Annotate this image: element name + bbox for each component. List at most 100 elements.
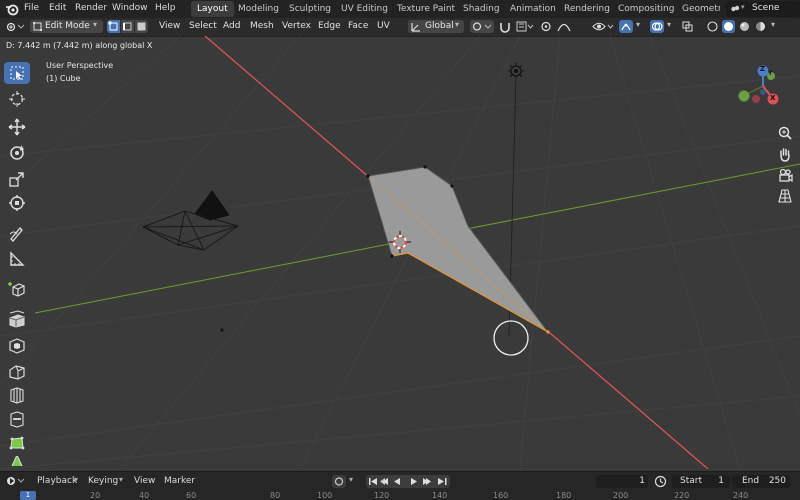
auto-keying-button[interactable] xyxy=(332,475,346,488)
timeline-editor: Playback ▾ Keying ▾ View Marker ▾ 1 Star… xyxy=(0,471,800,500)
menu-help[interactable]: Help xyxy=(155,3,176,13)
tab-layout[interactable]: Layout xyxy=(191,1,234,17)
menu-uv[interactable]: UV xyxy=(377,21,390,31)
move-tool[interactable] xyxy=(4,116,30,138)
chevron-down-icon[interactable]: ▾ xyxy=(771,20,775,29)
mode-selector[interactable]: Edit Mode ▾ xyxy=(30,20,103,33)
vertex-select-button[interactable] xyxy=(107,20,120,33)
spin-tool[interactable] xyxy=(4,456,30,466)
menu-edge[interactable]: Edge xyxy=(318,21,341,31)
chevron-down-icon: ▾ xyxy=(741,3,745,11)
menu-edit[interactable]: Edit xyxy=(49,3,66,13)
pan-button[interactable] xyxy=(775,144,795,164)
snap-settings-icon[interactable] xyxy=(515,20,535,33)
menu-window[interactable]: Window xyxy=(112,3,148,13)
tab-compositing[interactable]: Compositing xyxy=(612,1,680,17)
top-menu-bar: File Edit Render Window Help Layout Mode… xyxy=(0,0,800,18)
menu-view[interactable]: View xyxy=(159,21,180,31)
knife-icon xyxy=(10,411,24,428)
shading-rendered-icon[interactable] xyxy=(754,20,767,33)
tab-animation[interactable]: Animation xyxy=(504,1,562,17)
scene-selector[interactable]: ▾ Scene xyxy=(726,1,800,17)
menu-vertex[interactable]: Vertex xyxy=(282,21,311,31)
clock-icon[interactable] xyxy=(654,475,667,488)
menu-render[interactable]: Render xyxy=(75,3,107,13)
chevron-down-icon: ▾ xyxy=(349,475,354,484)
shading-wireframe-icon[interactable] xyxy=(706,20,719,33)
extrude-tool[interactable] xyxy=(4,308,30,330)
knife-tool[interactable] xyxy=(4,408,30,430)
blender-logo-icon[interactable] xyxy=(5,2,19,16)
transform-icon xyxy=(9,195,25,211)
zoom-icon xyxy=(778,126,792,140)
bevel-tool[interactable] xyxy=(4,360,30,382)
tab-uv-editing[interactable]: UV Editing xyxy=(335,1,394,17)
rotate-tool[interactable] xyxy=(4,142,30,164)
loop-cut-icon xyxy=(10,387,24,404)
timeline-playback-menu[interactable]: Playback xyxy=(37,476,77,486)
shading-material-icon[interactable] xyxy=(738,20,751,33)
tab-sculpting[interactable]: Sculpting xyxy=(283,1,337,17)
cursor-icon xyxy=(9,91,25,107)
pivot-point-button[interactable] xyxy=(470,20,494,33)
gizmo-toggle-button[interactable] xyxy=(619,20,633,33)
add-cube-tool[interactable] xyxy=(4,278,30,300)
timeline-keying-menu[interactable]: Keying xyxy=(88,476,118,486)
menu-add[interactable]: Add xyxy=(223,21,240,31)
move-icon xyxy=(8,118,26,136)
cursor-tool[interactable] xyxy=(4,88,30,110)
timeline-view-menu[interactable]: View xyxy=(134,476,155,486)
poly-build-tool[interactable] xyxy=(4,432,30,454)
falloff-icon[interactable] xyxy=(556,20,572,33)
tab-shading[interactable]: Shading xyxy=(457,1,506,17)
current-frame-field[interactable]: 1 xyxy=(596,475,648,488)
loop-cut-tool[interactable] xyxy=(4,384,30,406)
shading-solid-icon[interactable] xyxy=(722,20,735,33)
end-frame-field[interactable]: End 250 xyxy=(732,475,790,488)
proportional-editing-icon[interactable] xyxy=(540,20,552,33)
visibility-icon[interactable] xyxy=(592,20,616,33)
editor-type-icon[interactable] xyxy=(6,21,26,33)
tab-modeling[interactable]: Modeling xyxy=(232,1,285,17)
start-frame-field[interactable]: Start 1 xyxy=(672,475,730,488)
transform-tool[interactable] xyxy=(4,192,30,214)
menu-mesh[interactable]: Mesh xyxy=(250,21,274,31)
annotate-tool[interactable] xyxy=(4,222,30,244)
transform-orientation-selector[interactable]: Global ▾ xyxy=(408,20,464,33)
tab-geometry-nodes[interactable]: Geometr xyxy=(676,1,720,17)
projection-toggle-button[interactable] xyxy=(775,186,795,206)
menu-file[interactable]: File xyxy=(24,3,39,13)
annotate-icon xyxy=(9,227,23,242)
snap-icon[interactable] xyxy=(498,20,512,33)
operator-status-text: D: 7.442 m (7.442 m) along global X xyxy=(6,41,153,50)
overlays-toggle-button[interactable] xyxy=(650,20,664,33)
grid-icon xyxy=(778,189,792,203)
timeline-editor-icon[interactable] xyxy=(6,475,26,487)
menu-select[interactable]: Select xyxy=(189,21,217,31)
gizmo-x-label: X xyxy=(770,94,776,102)
gizmo-y-label: Y xyxy=(768,70,773,77)
menu-face[interactable]: Face xyxy=(348,21,368,31)
object-name: (1) Cube xyxy=(46,74,81,83)
start-value: 1 xyxy=(718,476,724,486)
tab-rendering[interactable]: Rendering xyxy=(558,1,616,17)
scene-icon xyxy=(730,4,740,14)
measure-tool[interactable] xyxy=(4,248,30,270)
timeline-marker-menu[interactable]: Marker xyxy=(164,476,195,486)
edge-select-button[interactable] xyxy=(121,20,134,33)
face-select-button[interactable] xyxy=(135,20,148,33)
light-object xyxy=(508,63,524,79)
select-box-tool[interactable] xyxy=(4,62,30,84)
tab-texture-paint[interactable]: Texture Paint xyxy=(391,1,461,17)
navigation-gizmo[interactable]: Z Y X xyxy=(732,62,792,122)
gizmo-z-label: Z xyxy=(760,65,766,73)
ruler-icon xyxy=(10,251,25,266)
zoom-button[interactable] xyxy=(775,123,795,143)
inset-tool[interactable] xyxy=(4,334,30,356)
scale-tool[interactable] xyxy=(4,168,30,190)
xray-toggle-icon[interactable] xyxy=(681,20,694,33)
3d-viewport[interactable]: User Perspective (1) Cube Z Y X xyxy=(0,36,800,469)
chevron-down-icon[interactable]: ▾ xyxy=(636,20,640,29)
chevron-down-icon[interactable]: ▾ xyxy=(667,20,671,29)
camera-view-button[interactable] xyxy=(775,165,795,185)
